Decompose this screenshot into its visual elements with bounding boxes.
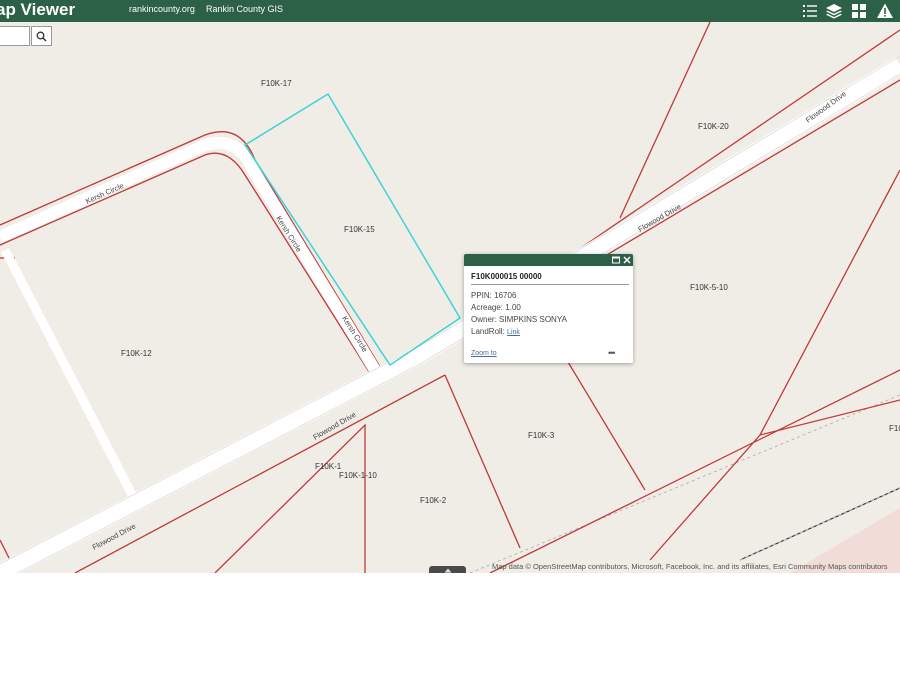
road-label: Flowood Drive — [804, 89, 848, 124]
parcel-label: F10K-17 — [261, 79, 292, 88]
zoom-to-link[interactable]: Zoom to — [471, 350, 497, 357]
search-input[interactable] — [0, 26, 30, 46]
parcel-label: F10 — [889, 424, 900, 433]
popup-header — [464, 254, 633, 266]
landroll-link[interactable]: Link — [507, 329, 520, 336]
map-view[interactable]: F10K-17 F10K-15 F10K-20 F10K-5-10 F10K-1… — [0, 22, 900, 573]
road-label: Kersh Circle — [274, 214, 303, 253]
landroll-label: LandRoll: — [471, 327, 505, 336]
maximize-button[interactable] — [611, 255, 621, 265]
parcel-label: F10K-15 — [344, 225, 375, 234]
road-label: Kersh Circle — [340, 314, 369, 353]
ppin-row: PPIN: 16706 — [471, 291, 516, 300]
chevron-up-icon — [444, 568, 451, 572]
popup-divider — [471, 284, 629, 285]
search-button[interactable] — [31, 26, 52, 46]
basemap-gallery-icon[interactable] — [850, 2, 868, 20]
blank-area — [0, 573, 900, 675]
parcel-popup: F10K000015 00000 PPIN: 16706 Acreage: 1.… — [464, 254, 633, 363]
landroll-row: LandRoll: Link — [471, 327, 520, 336]
list-icon[interactable] — [801, 2, 819, 20]
owner-value: SIMPKINS SONYA — [499, 315, 567, 324]
app-header: ap Viewer rankincounty.org Rankin County… — [0, 0, 900, 22]
map-attribution: Map data © OpenStreetMap contributors, M… — [492, 562, 888, 571]
ppin-value: 16706 — [494, 291, 517, 300]
county-website-link[interactable]: rankincounty.org — [129, 4, 195, 14]
map-labels: F10K-17 F10K-15 F10K-20 F10K-5-10 F10K-1… — [84, 79, 900, 552]
warning-icon[interactable] — [876, 2, 894, 20]
road-label: Flowood Drive — [637, 202, 683, 234]
close-icon — [623, 256, 631, 264]
more-actions-button[interactable]: ••• — [608, 348, 616, 358]
acreage-label: Acreage: — [471, 303, 504, 312]
parcel-label: F10K-1-10 — [339, 471, 377, 480]
road-label: Kersh Circle — [84, 181, 125, 206]
popup-title: F10K000015 00000 — [471, 272, 542, 281]
layers-icon[interactable] — [825, 2, 843, 20]
ppin-label: PPIN: — [471, 291, 492, 300]
acreage-row: Acreage: 1.00 — [471, 303, 521, 312]
parcel-label: F10K-3 — [528, 431, 555, 440]
parcel-label: F10K-12 — [121, 349, 152, 358]
parcel-label: F10K-2 — [420, 496, 447, 505]
close-button[interactable] — [622, 255, 632, 265]
owner-row: Owner: SIMPKINS SONYA — [471, 315, 567, 324]
parcel-label: F10K-20 — [698, 122, 729, 131]
search-icon — [36, 31, 47, 42]
parcel-label: F10K-1 — [315, 462, 342, 471]
county-gis-link[interactable]: Rankin County GIS — [206, 4, 283, 14]
road-label: Flowood Drive — [91, 521, 138, 551]
app-title: ap Viewer — [0, 0, 76, 19]
road-label: Flowood Drive — [312, 410, 358, 442]
owner-label: Owner: — [471, 315, 497, 324]
parcel-label: F10K-5-10 — [690, 283, 728, 292]
maximize-icon — [612, 256, 620, 264]
acreage-value: 1.00 — [505, 303, 521, 312]
